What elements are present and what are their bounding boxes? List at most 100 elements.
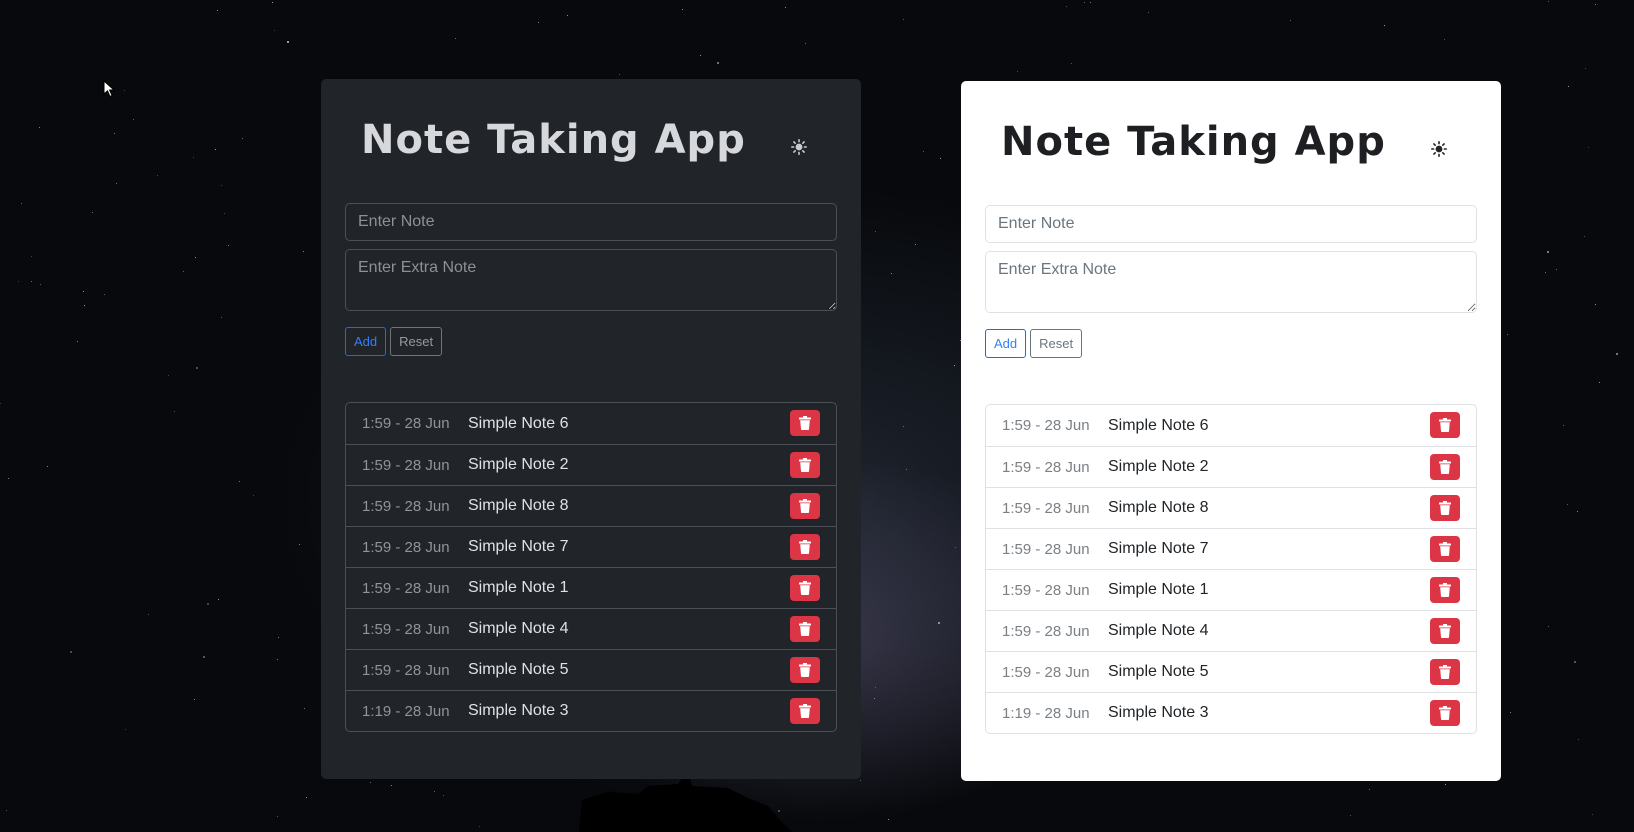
note-timestamp: 1:59 - 28 Jun bbox=[362, 497, 450, 515]
delete-note-button[interactable] bbox=[790, 616, 820, 642]
star bbox=[1071, 63, 1072, 64]
star bbox=[1616, 353, 1618, 355]
note-title[interactable]: Simple Note 4 bbox=[468, 620, 569, 638]
star bbox=[239, 481, 240, 482]
star bbox=[1588, 147, 1589, 148]
delete-note-button[interactable] bbox=[1430, 659, 1460, 685]
delete-note-button[interactable] bbox=[790, 534, 820, 560]
star bbox=[1545, 272, 1546, 273]
delete-note-button[interactable] bbox=[790, 410, 820, 436]
star bbox=[47, 466, 48, 467]
note-timestamp: 1:59 - 28 Jun bbox=[1002, 499, 1090, 517]
star bbox=[228, 245, 229, 246]
delete-note-button[interactable] bbox=[1430, 536, 1460, 562]
note-title[interactable]: Simple Note 1 bbox=[468, 579, 569, 597]
note-title[interactable]: Simple Note 6 bbox=[1108, 417, 1209, 435]
note-title[interactable]: Simple Note 8 bbox=[1108, 499, 1209, 517]
add-button[interactable]: Add bbox=[985, 329, 1027, 358]
star bbox=[203, 656, 205, 658]
delete-note-button[interactable] bbox=[790, 493, 820, 519]
star bbox=[125, 729, 126, 730]
star bbox=[83, 291, 84, 292]
star bbox=[272, 2, 273, 3]
star bbox=[195, 257, 196, 258]
delete-note-button[interactable] bbox=[1430, 618, 1460, 644]
extra-note-input[interactable] bbox=[985, 251, 1477, 313]
delete-note-button[interactable] bbox=[790, 657, 820, 683]
note-list-item: 1:59 - 28 Jun Simple Note 5 bbox=[986, 651, 1476, 692]
star bbox=[1444, 39, 1445, 40]
trash-icon bbox=[799, 416, 811, 430]
trash-icon bbox=[799, 581, 811, 595]
note-timestamp: 1:59 - 28 Jun bbox=[1002, 458, 1090, 476]
delete-note-button[interactable] bbox=[1430, 412, 1460, 438]
note-list: 1:59 - 28 Jun Simple Note 6 1:59 - 28 Ju… bbox=[985, 404, 1477, 734]
star bbox=[940, 158, 941, 159]
star bbox=[1290, 20, 1291, 21]
note-title[interactable]: Simple Note 2 bbox=[468, 456, 569, 474]
trash-icon bbox=[799, 499, 811, 513]
star bbox=[860, 780, 861, 781]
star bbox=[148, 614, 149, 615]
star bbox=[18, 281, 19, 282]
star bbox=[455, 38, 456, 39]
star bbox=[21, 203, 22, 204]
note-title[interactable]: Simple Note 4 bbox=[1108, 622, 1209, 640]
reset-button[interactable]: Reset bbox=[1030, 329, 1083, 358]
note-title[interactable]: Simple Note 5 bbox=[1108, 663, 1209, 681]
note-title[interactable]: Simple Note 3 bbox=[1108, 704, 1209, 722]
star bbox=[1090, 2, 1091, 3]
star bbox=[1578, 739, 1579, 740]
reset-button[interactable]: Reset bbox=[390, 327, 443, 356]
note-title[interactable]: Simple Note 7 bbox=[1108, 540, 1209, 558]
note-list-item: 1:59 - 28 Jun Simple Note 1 bbox=[346, 567, 836, 608]
mouse-cursor-icon bbox=[103, 80, 115, 98]
note-timestamp: 1:59 - 28 Jun bbox=[362, 456, 450, 474]
star bbox=[303, 251, 304, 252]
star bbox=[193, 157, 194, 158]
delete-note-button[interactable] bbox=[790, 452, 820, 478]
star bbox=[370, 782, 371, 783]
star bbox=[274, 30, 275, 31]
star bbox=[278, 637, 279, 638]
delete-note-button[interactable] bbox=[1430, 700, 1460, 726]
theme-toggle-button[interactable] bbox=[1429, 139, 1449, 159]
note-title[interactable]: Simple Note 2 bbox=[1108, 458, 1209, 476]
star bbox=[116, 183, 117, 184]
star bbox=[242, 138, 243, 139]
star bbox=[157, 175, 158, 176]
star bbox=[6, 810, 7, 811]
delete-note-button[interactable] bbox=[790, 575, 820, 601]
sun-icon bbox=[1431, 141, 1447, 157]
delete-note-button[interactable] bbox=[1430, 577, 1460, 603]
note-list-item: 1:59 - 28 Jun Simple Note 4 bbox=[986, 610, 1476, 651]
note-input[interactable] bbox=[345, 203, 837, 241]
note-title[interactable]: Simple Note 3 bbox=[468, 702, 569, 720]
theme-toggle-button[interactable] bbox=[789, 137, 809, 157]
extra-note-input[interactable] bbox=[345, 249, 837, 311]
note-title[interactable]: Simple Note 6 bbox=[468, 415, 569, 433]
star bbox=[77, 341, 78, 342]
delete-note-button[interactable] bbox=[1430, 495, 1460, 521]
add-button[interactable]: Add bbox=[345, 327, 387, 356]
star bbox=[277, 816, 278, 817]
delete-note-button[interactable] bbox=[1430, 454, 1460, 480]
star bbox=[391, 785, 392, 786]
note-title[interactable]: Simple Note 7 bbox=[468, 538, 569, 556]
star bbox=[84, 305, 85, 306]
star bbox=[194, 699, 195, 700]
star bbox=[479, 826, 480, 827]
trash-icon bbox=[1439, 501, 1451, 515]
star bbox=[31, 281, 32, 282]
note-title[interactable]: Simple Note 5 bbox=[468, 661, 569, 679]
star bbox=[888, 819, 889, 820]
star bbox=[538, 22, 539, 23]
note-list-item: 1:59 - 28 Jun Simple Note 2 bbox=[346, 444, 836, 485]
note-title[interactable]: Simple Note 1 bbox=[1108, 581, 1209, 599]
star bbox=[1066, 6, 1067, 7]
star bbox=[903, 19, 904, 20]
star bbox=[1568, 86, 1569, 87]
delete-note-button[interactable] bbox=[790, 698, 820, 724]
note-input[interactable] bbox=[985, 205, 1477, 243]
note-title[interactable]: Simple Note 8 bbox=[468, 497, 569, 515]
